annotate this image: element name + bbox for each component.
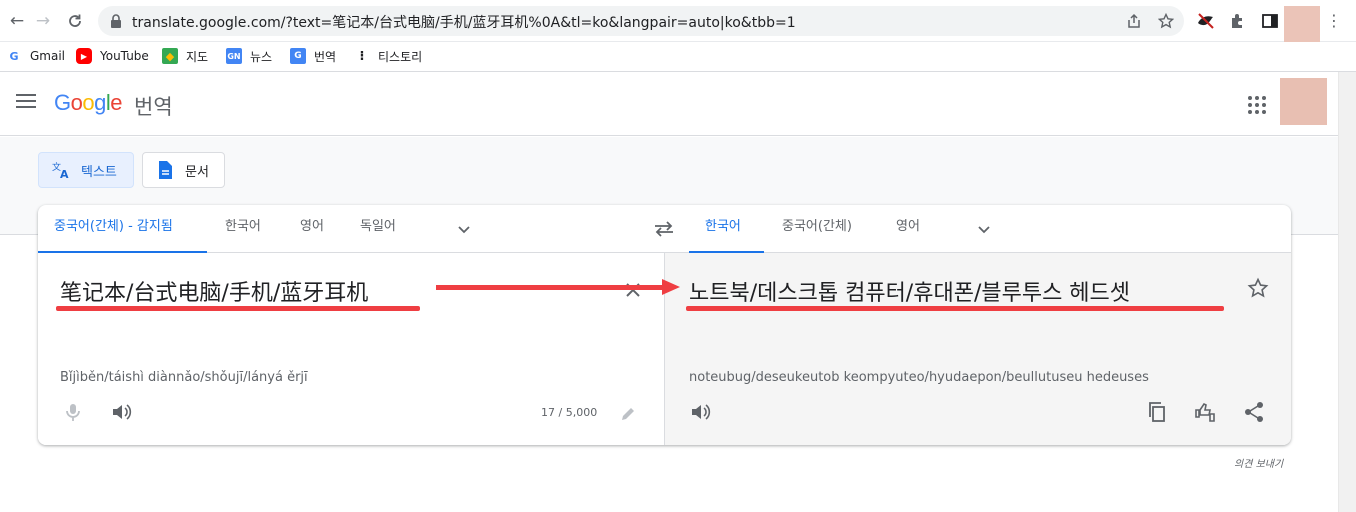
news-icon: GN [226,48,242,64]
bookmark-gmail[interactable]: G Gmail [6,46,65,66]
target-pane: 노트북/데스크톱 컴퓨터/휴대폰/블루투스 헤드셋 noteubug/deseu… [665,253,1291,445]
rate-translation-icon[interactable] [1194,401,1216,423]
bookmark-translate[interactable]: G 번역 [290,46,336,66]
browser-toolbar: ← → translate.google.com/?text=笔记本/台式电脑/… [0,0,1356,42]
bookmark-label: 뉴스 [250,49,273,64]
product-name: 번역 [134,95,173,119]
main-menu-icon[interactable] [16,94,36,108]
bookmark-tistory[interactable]: ⁝ 티스토리 [354,46,423,66]
source-text-input[interactable]: 笔记本/台式电脑/手机/蓝牙耳机 [60,275,368,307]
translation-output: 노트북/데스크톱 컴퓨터/휴대폰/블루투스 헤드셋 [689,281,1131,306]
target-lang-tab-english[interactable]: 영어 [894,205,922,253]
language-selector-row: 중국어(간체) - 감지됨 한국어 영어 독일어 한국어 중국어(간체) 영어 [38,205,1291,253]
svg-text:A: A [60,168,69,180]
browser-menu-icon[interactable]: ⋮ [1326,12,1342,30]
character-count: 17 / 5,000 [541,406,598,419]
edit-pencil-icon[interactable] [619,405,637,423]
url-text: translate.google.com/?text=笔记本/台式电脑/手机/蓝… [132,15,796,31]
target-listen-icon[interactable] [689,401,711,423]
maps-icon: ◆ [162,48,178,64]
side-panel-icon[interactable] [1260,11,1280,31]
target-lang-tab-korean[interactable]: 한국어 [689,205,764,253]
translation-card: 중국어(간체) - 감지됨 한국어 영어 독일어 한국어 중국어(간체) 영어 … [38,205,1291,445]
profile-avatar[interactable] [1284,6,1320,42]
text-mode-label: 텍스트 [81,164,117,180]
bookmark-label: YouTube [100,49,149,63]
google-logo[interactable]: Google [54,90,123,116]
bookmark-label: 티스토리 [378,49,423,64]
document-icon [155,160,175,180]
text-mode-button[interactable]: 文A 텍스트 [38,152,134,188]
extension-bird-icon[interactable] [1196,11,1216,31]
reload-icon[interactable] [64,10,86,32]
document-mode-label: 문서 [185,164,209,180]
bookmark-news[interactable]: GN 뉴스 [226,46,272,66]
translate-icon: G [290,48,306,64]
bookmarks-bar: G Gmail ▶ YouTube ◆ 지도 GN 뉴스 G 번역 ⁝ 티스토리 [0,42,1356,72]
app-header: Google 번역 [0,72,1338,136]
bookmark-label: Gmail [30,49,66,63]
tistory-icon: ⁝ [359,48,365,64]
logo-text: Google [54,90,123,115]
target-transliteration: noteubug/deseukeutob keompyuteo/hyudaepo… [689,370,1149,385]
forward-icon[interactable]: → [32,10,54,32]
source-lang-tab-korean[interactable]: 한국어 [223,205,263,253]
source-underline-annotation [56,306,420,311]
bookmark-label: 지도 [186,49,209,64]
back-icon[interactable]: ← [6,10,28,32]
account-avatar[interactable] [1280,78,1327,125]
bookmark-maps[interactable]: ◆ 지도 [162,46,208,66]
source-listen-icon[interactable] [110,401,132,423]
source-lang-tab-english[interactable]: 영어 [298,205,326,253]
save-translation-star-icon[interactable] [1247,277,1269,299]
source-lang-more-chevron-icon[interactable] [456,221,472,237]
bookmark-youtube[interactable]: ▶ YouTube [76,46,149,66]
source-pane[interactable]: 笔记本/台式电脑/手机/蓝牙耳机 Bǐjìběn/táishì diànnǎo/… [38,253,665,445]
copy-icon[interactable] [1146,401,1168,423]
send-feedback-link[interactable]: 의견 보내기 [1234,455,1283,470]
clear-source-icon[interactable] [622,279,644,301]
source-lang-tab-german[interactable]: 독일어 [358,205,398,253]
annotation-arrow-head [662,279,680,295]
address-bar[interactable]: translate.google.com/?text=笔记本/台式电脑/手机/蓝… [98,6,1184,36]
bookmark-label: 번역 [314,49,337,64]
lock-icon [111,14,121,28]
source-transliteration: Bǐjìběn/táishì diànnǎo/shǒujī/lányá ěrjī [60,370,308,385]
google-apps-icon[interactable] [1248,96,1266,114]
bookmark-star-icon[interactable] [1158,13,1174,29]
translate-text-icon: 文A [51,160,71,180]
target-lang-tab-chinese[interactable]: 중국어(간체) [780,205,854,253]
gmail-icon: G [9,49,19,63]
share-icon[interactable] [1126,13,1142,29]
page-scrollbar[interactable] [1338,72,1356,512]
target-underline-annotation [686,306,1224,311]
swap-languages-icon[interactable] [652,219,676,239]
share-translation-icon[interactable] [1243,401,1265,423]
youtube-icon: ▶ [76,48,92,64]
microphone-icon[interactable] [62,401,84,423]
annotation-arrow-shaft [436,285,666,290]
extensions-puzzle-icon[interactable] [1228,11,1248,31]
target-lang-more-chevron-icon[interactable] [976,221,992,237]
source-lang-tab-detected[interactable]: 중국어(간체) - 감지됨 [38,205,207,253]
document-mode-button[interactable]: 문서 [142,152,225,188]
